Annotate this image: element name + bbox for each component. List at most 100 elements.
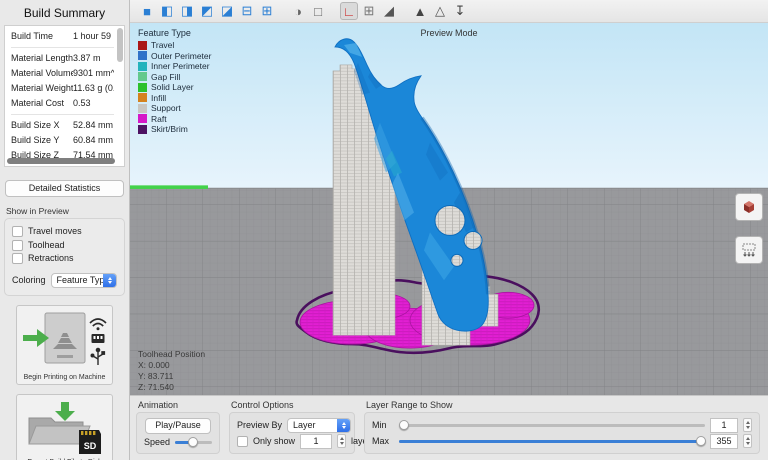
min-layer-field[interactable]: 1 [710,418,738,433]
max-layer-stepper[interactable] [743,434,752,448]
legend-label: Raft [151,114,167,125]
checkbox[interactable] [12,226,23,237]
drop-to-bed-icon[interactable]: ↧ [451,2,469,20]
solid-cone-icon[interactable]: ▲ [411,2,429,20]
legend-color-chip [138,125,147,134]
grid-arrows-icon [741,242,757,258]
control-options-group: Control Options Preview By Layer Only sh… [229,399,355,454]
view-left-cube-icon[interactable]: ⊟ [238,2,256,20]
toolhead-position-readout: Toolhead Position X: 0.000 Y: 83.711 Z: … [138,349,205,393]
coloring-label: Coloring [12,275,46,285]
max-layer-slider[interactable] [399,435,705,447]
toolhead-x: X: 0.000 [138,360,205,371]
checkbox[interactable] [12,253,23,264]
red-cube-icon [741,199,757,215]
checkbox-label: Toolhead [28,239,65,253]
legend-color-chip [138,114,147,123]
stat-row: Build Size X 52.84 mm [11,114,114,133]
only-show-checkbox[interactable] [237,436,248,447]
view-back-cube-icon[interactable]: ◪ [218,2,236,20]
legend-label: Gap Fill [151,72,180,83]
legend-color-chip [138,104,147,113]
min-label: Min [372,420,394,430]
export-build-file-button[interactable]: SD Export Build File to Disk [16,394,113,460]
view-right-cube-icon[interactable]: ⊞ [258,2,276,20]
view-toolbar: ■ ◧ ◨ ◩ ◪ ⊟ [130,0,768,23]
legend-color-chip [138,93,147,102]
ethernet-icon [91,334,104,343]
view-top-cube-icon[interactable]: ◧ [158,2,176,20]
legend-item: Travel [138,40,211,51]
legend-label: Inner Perimeter [151,61,210,72]
align-to-bed-tool-button[interactable] [735,236,763,264]
checkbox-label: Travel moves [28,225,82,239]
mesh-view-icon[interactable]: ⊞ [360,2,378,20]
main-area: ■ ◧ ◨ ◩ ◪ ⊟ [130,0,768,460]
svg-text:SD: SD [83,441,96,451]
sd-card-icon: SD [79,430,101,454]
only-show-stepper[interactable] [337,434,346,448]
vertical-scrollbar[interactable] [117,28,123,62]
only-show-value-field[interactable]: 1 [300,434,332,449]
legend-item: Raft [138,114,211,125]
build-plate-icon[interactable]: ◢ [380,2,398,20]
stat-value: 0.53 [73,96,114,111]
legend-label: Skirt/Brim [151,124,188,135]
detailed-statistics-button[interactable]: Detailed Statistics [5,180,124,197]
toolhead-z: Z: 71.540 [138,382,205,393]
play-pause-button[interactable]: Play/Pause [145,418,211,434]
preview-by-select[interactable]: Layer [287,418,351,433]
printer-icon [21,311,109,371]
view-bottom-cube-icon[interactable]: ◨ [178,2,196,20]
legend-color-chip [138,62,147,71]
show-in-preview-title: Show in Preview [6,206,123,216]
stat-value: 60.84 mm [73,133,114,148]
begin-printing-button[interactable]: Begin Printing on Machine [16,305,113,385]
model-cube-tool-button[interactable] [735,193,763,221]
min-layer-slider[interactable] [399,419,705,431]
build-stats-panel: Build Time 1 hour 59 min Material Length… [4,25,125,167]
stat-row: Material Weight 11.63 g (0.03 [11,81,114,96]
horizontal-scrollbar[interactable] [7,158,115,164]
preview-controls-bar: Animation Play/Pause Speed Control Optio… [130,395,768,460]
view-default-cube-icon[interactable]: ■ [138,2,156,20]
outline-cone-icon[interactable]: △ [431,2,449,20]
feature-type-legend: Feature Type Travel Outer Perimeter [138,28,211,135]
slicer-preview-window: Build Summary Build Time 1 hour 59 min M… [0,0,768,460]
min-layer-stepper[interactable] [743,418,752,432]
only-show-label: Only show [253,436,295,446]
legend-color-chip [138,72,147,81]
3d-scene [130,23,768,395]
legend-label: Infill [151,93,166,104]
checkbox-label: Retractions [28,252,74,266]
max-layer-field[interactable]: 355 [710,434,738,449]
preview-option-row: Travel moves [12,225,117,239]
3d-viewport[interactable]: Feature Type Travel Outer Perimeter [130,23,768,395]
stat-row: Material Cost 0.53 [11,96,114,111]
stat-value: 11.63 g (0.03 [73,81,114,96]
preview-option-row: Toolhead [12,239,117,253]
legend-color-chip [138,51,147,60]
checkbox[interactable] [12,240,23,251]
show-in-preview-group: Show in Preview Travel moves Toolhead [4,206,125,296]
cross-section-icon[interactable]: ◑ [289,2,307,20]
build-plate-edge [130,185,208,189]
view-front-cube-icon[interactable]: ◩ [198,2,216,20]
speed-slider[interactable] [175,436,212,448]
coordinate-axes-icon[interactable]: ∟ [340,2,358,20]
preview-options: Travel moves Toolhead Retractions [12,225,117,266]
folder-sd-icon: SD [21,400,109,456]
wifi-icon [90,319,106,330]
select-arrows-icon [337,419,350,432]
coloring-select[interactable]: Feature Type [51,273,117,288]
stat-value: 1 hour 59 min [73,29,114,44]
usb-icon [91,348,104,365]
stat-row: Material Length 3.87 m [11,47,114,66]
wireframe-cube-icon[interactable]: □ [309,2,327,20]
legend-color-chip [138,41,147,50]
layer-range-group: Layer Range to Show Min 1 Max [364,399,760,454]
preview-by-label: Preview By [237,420,282,430]
max-label: Max [372,436,394,446]
stat-label: Material Volume [11,66,73,81]
stat-label: Material Weight [11,81,73,96]
